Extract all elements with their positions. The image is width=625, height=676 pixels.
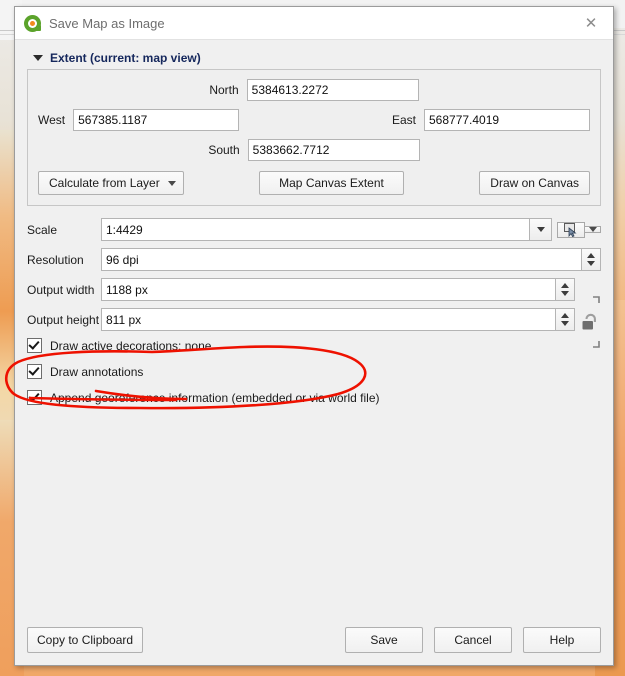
south-row: South [38, 139, 590, 161]
save-button[interactable]: Save [345, 627, 423, 653]
checkbox-icon[interactable] [27, 390, 42, 405]
output-height-row: Output height [27, 308, 601, 331]
north-label: North [209, 83, 239, 97]
south-label: South [208, 143, 240, 157]
option-append-georeference[interactable]: Append georeference information (embedde… [27, 390, 601, 405]
extent-groupbox: North West East South Calculate from Lay… [27, 69, 601, 206]
scale-row: Scale [27, 218, 601, 241]
east-input[interactable] [424, 109, 590, 131]
extent-group-header[interactable]: Extent (current: map view) [33, 50, 601, 66]
output-height-stepper[interactable] [555, 308, 575, 331]
output-height-input[interactable] [101, 308, 555, 331]
option-label: Draw annotations [50, 364, 144, 379]
output-width-control [101, 278, 575, 301]
dialog-title: Save Map as Image [49, 15, 165, 31]
output-width-row: Output width [27, 278, 601, 301]
output-height-label: Output height [27, 312, 100, 327]
scale-dropdown-arrow[interactable] [529, 218, 552, 241]
west-label: West [38, 113, 66, 127]
map-canvas-extent-button[interactable]: Map Canvas Extent [259, 171, 404, 195]
extent-group-title: Extent (current: map view) [50, 51, 201, 65]
east-label: East [391, 113, 416, 127]
copy-to-clipboard-button[interactable]: Copy to Clipboard [27, 627, 144, 653]
qgis-logo-icon [24, 14, 41, 32]
extent-buttons-row: Calculate from Layer Map Canvas Extent D… [38, 171, 590, 195]
checkbox-icon[interactable] [27, 364, 42, 379]
scale-control [101, 218, 552, 241]
close-icon[interactable]: ✕ [571, 7, 611, 39]
resolution-row: Resolution [27, 248, 601, 271]
chevron-down-icon [167, 180, 176, 186]
draw-on-canvas-button[interactable]: Draw on Canvas [479, 171, 590, 195]
dialog-footer: Copy to Clipboard Save Cancel Help [27, 627, 601, 653]
output-width-stepper[interactable] [555, 278, 575, 301]
option-label: Draw active decorations: none [50, 338, 212, 353]
north-row: North [38, 79, 590, 101]
checkbox-icon[interactable] [27, 338, 42, 353]
triangle-down-icon[interactable] [33, 55, 43, 61]
help-button[interactable]: Help [523, 627, 601, 653]
calculate-from-layer-button[interactable]: Calculate from Layer [38, 171, 184, 195]
north-input[interactable] [246, 79, 419, 101]
output-width-input[interactable] [101, 278, 555, 301]
set-to-canvas-scale-icon[interactable] [557, 221, 585, 238]
resolution-input[interactable] [101, 248, 581, 271]
scale-input[interactable] [101, 218, 529, 241]
resolution-control [101, 248, 601, 271]
padlock-open-icon[interactable] [579, 296, 601, 348]
output-settings: Scale Resolution [27, 218, 601, 405]
option-label: Append georeference information (embedde… [50, 390, 380, 405]
dialog-titlebar: Save Map as Image ✕ [15, 7, 613, 40]
resolution-label: Resolution [27, 252, 84, 267]
save-map-as-image-dialog: Save Map as Image ✕ Extent (current: map… [14, 6, 614, 666]
cancel-button[interactable]: Cancel [434, 627, 512, 653]
resolution-stepper[interactable] [581, 248, 601, 271]
scale-label: Scale [27, 222, 58, 237]
option-draw-decorations[interactable]: Draw active decorations: none [27, 338, 601, 353]
south-input[interactable] [247, 139, 420, 161]
west-input[interactable] [73, 109, 240, 131]
calculate-from-layer-label: Calculate from Layer [49, 176, 160, 190]
dialog-body: Extent (current: map view) North West Ea… [15, 40, 613, 665]
option-draw-annotations[interactable]: Draw annotations [27, 364, 601, 379]
west-east-row: West East [38, 109, 590, 131]
output-width-label: Output width [27, 282, 95, 297]
canvas-scale-dropdown-arrow[interactable] [585, 226, 601, 233]
output-height-control [101, 308, 575, 331]
